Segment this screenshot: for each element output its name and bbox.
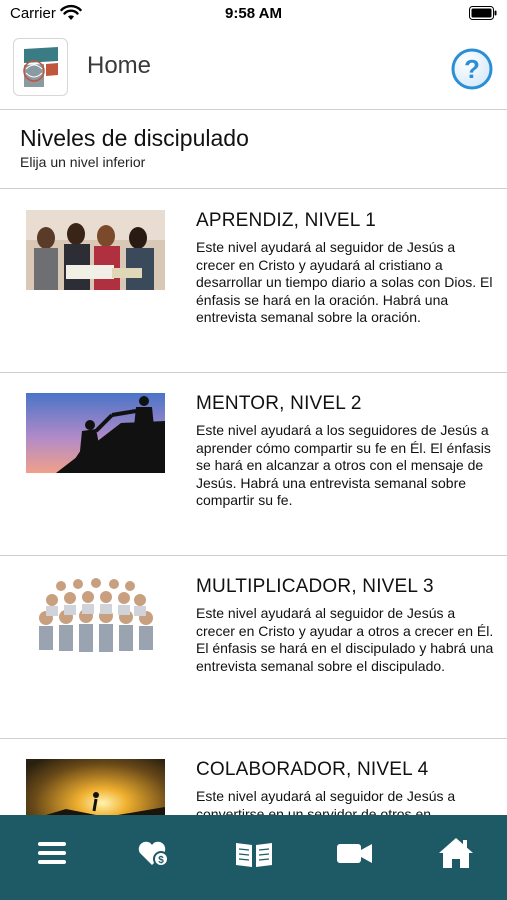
level-title: COLABORADOR, NIVEL 4 [196,759,429,780]
bible-book-icon [236,843,272,867]
level-description: Este nivel ayudará al seguidor de Jesús … [196,788,456,815]
logo-icon [23,47,58,87]
level-description: Este nivel ayudará a los seguidores de J… [196,422,491,508]
page-header: Niveles de discipulado Elija un nivel in… [0,111,507,189]
question-circle-icon: ? [451,48,493,90]
level-row-colaborador[interactable]: COLABORADOR, NIVEL 4 Este nivel ayudará … [0,739,507,815]
group-bible-study-photo [26,210,165,290]
clock-time: 9:58 AM [225,5,282,22]
level-row-aprendiz[interactable]: APRENDIZ, NIVEL 1 Este nivel ayudará al … [0,190,507,373]
video-camera-icon [337,844,372,863]
climbers-helping-photo [26,393,165,473]
help-button[interactable]: ? [451,48,493,90]
battery-icon [469,6,497,20]
tab-bible[interactable] [234,833,274,873]
tab-bar: $ [0,815,507,900]
tab-video[interactable] [334,833,374,873]
level-title: APRENDIZ, NIVEL 1 [196,210,377,231]
svg-text:?: ? [464,54,480,84]
nav-header: Home ? [0,30,507,110]
tab-home[interactable] [436,833,476,873]
app-logo [13,38,68,96]
level-row-multiplicador[interactable]: MULTIPLICADOR, NIVEL 3 Este nivel ayudar… [0,556,507,739]
home-icon [439,838,473,868]
level-description: Este nivel ayudará al seguidor de Jesús … [196,605,494,674]
tab-menu[interactable] [32,833,72,873]
crowd-of-people-photo [26,576,165,656]
page-title: Niveles de discipulado [20,125,249,151]
donate-heart-icon: $ [138,841,169,867]
page-subtitle: Elija un nivel inferior [20,154,146,170]
status-bar: Carrier 9:58 AM [0,0,507,28]
level-row-mentor[interactable]: MENTOR, NIVEL 2 Este nivel ayudará a los… [0,373,507,556]
menu-icon [38,842,66,864]
sunset-climbers-photo [26,759,165,815]
tab-donate[interactable]: $ [134,833,174,873]
svg-text:$: $ [158,855,164,866]
level-title: MULTIPLICADOR, NIVEL 3 [196,576,434,597]
levels-list: APRENDIZ, NIVEL 1 Este nivel ayudará al … [0,190,507,815]
level-title: MENTOR, NIVEL 2 [196,393,362,414]
header-title: Home [87,52,152,79]
level-description: Este nivel ayudará al seguidor de Jesús … [196,239,493,325]
